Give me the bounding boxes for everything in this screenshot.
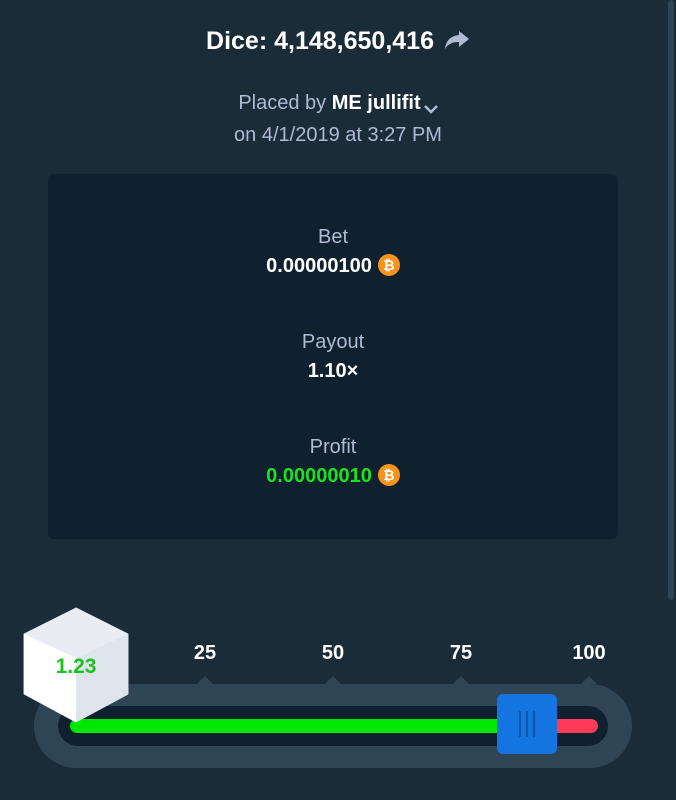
bet-stat: Bet 0.00000100 ₿ <box>48 226 618 278</box>
roll-result: 1.23 <box>55 655 97 678</box>
tick-marker <box>325 676 341 684</box>
profit-stat: Profit 0.00000010 ₿ <box>48 436 618 488</box>
profit-label: Profit <box>309 436 357 458</box>
tick-label-25: 25 <box>193 642 217 664</box>
bet-label: Bet <box>317 226 349 248</box>
bet-details-card: Bet 0.00000100 ₿ Payout 1.10× Profit 0.00… <box>48 174 618 539</box>
slider-handle[interactable] <box>497 694 557 754</box>
placed-by-label: Placed by <box>238 92 327 114</box>
payout-value: 1.10× <box>307 360 359 382</box>
bitcoin-icon: ₿ <box>377 463 400 486</box>
bet-title: Dice: 4,148,650,416 <box>0 27 676 56</box>
profit-value-row: 0.00000010 ₿ <box>48 463 618 488</box>
payout-label: Payout <box>301 331 365 353</box>
placed-by-line: Placed by ME jullifit <box>0 92 676 115</box>
bet-amount: 0.00000100 <box>266 255 372 277</box>
scrollbar[interactable] <box>668 0 674 600</box>
tick-label-100: 100 <box>572 642 606 664</box>
bet-date: on 4/1/2019 at 3:27 PM <box>234 124 442 146</box>
bitcoin-icon: ₿ <box>377 253 400 276</box>
bet-title-text: Dice: 4,148,650,416 <box>206 27 434 55</box>
tick-marker <box>197 676 213 684</box>
payout-stat: Payout 1.10× <box>48 331 618 383</box>
chevron-down-icon[interactable] <box>423 97 438 114</box>
share-arrow-icon[interactable] <box>444 29 470 51</box>
profit-amount: 0.00000010 <box>266 465 372 487</box>
grip-line <box>519 711 521 737</box>
grip-line <box>533 711 535 737</box>
grip-line <box>526 711 528 737</box>
tick-label-75: 75 <box>449 642 473 664</box>
tick-label-50: 50 <box>321 642 345 664</box>
tick-marker <box>581 676 597 684</box>
bet-value-row: 0.00000100 ₿ <box>48 253 618 278</box>
username-link[interactable]: ME jullifit <box>332 92 421 114</box>
tick-marker <box>453 676 469 684</box>
slider-win-range <box>70 719 510 733</box>
